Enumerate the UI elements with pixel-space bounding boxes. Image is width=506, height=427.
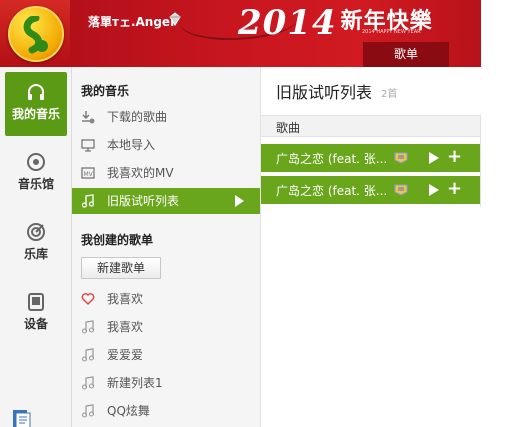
section-title-created: 我创建的歌单 <box>81 233 154 247</box>
sidebar-item-label: 爱爱爱 <box>107 348 144 362</box>
note-icon <box>81 404 95 418</box>
sidebar-item-downloads[interactable]: 下载的歌曲 <box>72 104 260 130</box>
sidebar-item-old-trial-list[interactable]: 旧版试听列表 <box>72 188 260 214</box>
play-icon[interactable] <box>429 184 439 196</box>
rail-item-library[interactable]: 乐库 <box>0 212 72 276</box>
page-title: 旧版试听列表 <box>276 83 373 102</box>
rail-item-label: 设备 <box>23 317 48 331</box>
sidebar-item-playlist[interactable]: 新建列表1 <box>72 370 260 396</box>
song-row[interactable]: 广岛之恋 (feat. 张... + <box>261 176 480 204</box>
sidebar-item-label: 我喜欢 <box>107 292 144 306</box>
column-header-song[interactable]: 歌曲 <box>261 115 480 137</box>
nav-rail: 我的音乐 音乐馆 乐库 设备 <box>0 67 72 427</box>
song-name: 广岛之恋 (feat. 张... <box>276 184 388 198</box>
app-logo[interactable] <box>8 6 64 62</box>
vip-diamond-icon <box>169 12 181 26</box>
rail-item-label: 乐库 <box>23 247 48 261</box>
add-icon[interactable]: + <box>447 178 462 200</box>
sidebar-item-local-import[interactable]: 本地导入 <box>72 132 260 158</box>
note-icon <box>81 194 95 208</box>
logo-area <box>0 0 70 67</box>
svg-text:MV: MV <box>84 171 94 178</box>
song-count: 2首 <box>381 89 398 100</box>
tab-songlist[interactable]: 歌单 <box>363 42 449 67</box>
sidebar-item-label: 旧版试听列表 <box>107 194 180 208</box>
sidebar-item-playlist[interactable]: QQ炫舞 <box>72 398 260 424</box>
mv-icon: MV <box>81 167 95 179</box>
username[interactable]: 落單тェ.Angel <box>88 13 174 30</box>
library-icon <box>27 223 45 241</box>
playlist-sidebar: 我的音乐 下载的歌曲 本地导入 MV 我喜欢的MV 旧版试听列表 我创建的歌单 <box>72 67 261 427</box>
rail-item-my-music[interactable]: 我的音乐 <box>5 72 67 136</box>
quality-badge-icon <box>394 184 408 196</box>
song-name: 广岛之恋 (feat. 张... <box>276 152 388 166</box>
column-header-label: 歌曲 <box>276 121 301 135</box>
song-row[interactable]: 广岛之恋 (feat. 张... + <box>261 144 480 172</box>
new-playlist-button[interactable]: 新建歌单 <box>81 257 161 279</box>
sidebar-item-label: 新建列表1 <box>107 376 163 390</box>
document-icon[interactable] <box>12 408 36 427</box>
sidebar-item-label: 下载的歌曲 <box>107 110 168 124</box>
sidebar-item-liked-mv[interactable]: MV 我喜欢的MV <box>72 160 260 186</box>
sidebar-item-label: QQ炫舞 <box>107 404 150 418</box>
sidebar-item-playlist[interactable]: 爱爱爱 <box>72 342 260 368</box>
sidebar-item-label: 我喜欢的MV <box>107 166 174 180</box>
playlist-content: 旧版试听列表 2首 歌曲 广岛之恋 (feat. 张... + 广岛之恋 (fe… <box>261 67 506 427</box>
heart-icon <box>81 293 95 305</box>
download-icon <box>82 111 95 124</box>
add-icon[interactable]: + <box>447 146 462 168</box>
music-hall-icon <box>27 153 45 171</box>
rail-item-music-hall[interactable]: 音乐馆 <box>0 142 72 206</box>
sidebar-item-favorites[interactable]: 我喜欢 <box>72 286 260 312</box>
sidebar-item-label: 本地导入 <box>107 138 156 152</box>
play-icon[interactable] <box>429 152 439 164</box>
device-icon <box>28 293 44 311</box>
play-icon[interactable] <box>235 195 244 207</box>
headphones-icon <box>28 84 44 100</box>
sidebar-item-playlist[interactable]: 我喜欢 <box>72 314 260 340</box>
sidebar-item-label: 我喜欢 <box>107 320 144 334</box>
rail-item-label: 音乐馆 <box>17 177 54 191</box>
quality-badge-icon <box>394 152 408 164</box>
banner-subtitle: 2014 HAPPY NEW YEAR <box>362 29 421 35</box>
banner-title: 2014 新年快樂 <box>238 3 433 43</box>
rail-item-device[interactable]: 设备 <box>0 282 72 346</box>
top-banner: 落單тェ.Angel 2014 新年快樂 2014 HAPPY NEW YEAR … <box>0 0 481 67</box>
note-icon <box>81 320 95 334</box>
rail-item-label: 我的音乐 <box>11 107 60 121</box>
section-title-my-music: 我的音乐 <box>81 84 130 98</box>
note-icon <box>81 348 95 362</box>
monitor-icon <box>81 139 95 152</box>
note-icon <box>81 376 95 390</box>
